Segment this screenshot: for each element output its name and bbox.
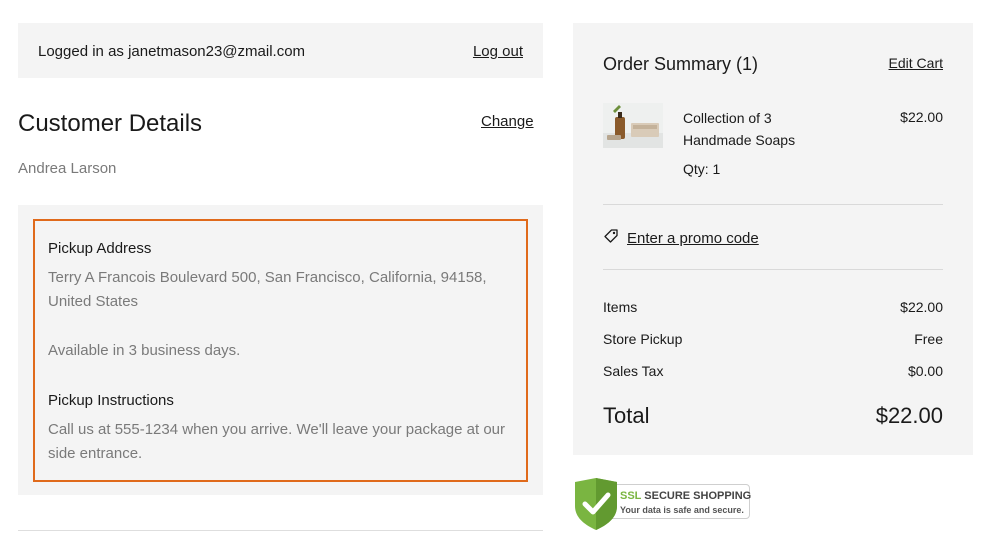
customer-details-title: Customer Details [18, 110, 203, 137]
soap-product-image[interactable] [603, 103, 663, 148]
order-summary-title: Order Summary (1) [603, 54, 759, 74]
promo-code-link[interactable]: Enter a promo code [603, 228, 759, 249]
pickup-details-box: Pickup Address Terry A Francois Boulevar… [33, 219, 528, 482]
items-value: $22.00 [900, 299, 943, 315]
order-summary-panel: Order Summary (1) Edit Cart Collection o… [573, 23, 973, 455]
tag-icon [603, 228, 619, 249]
sales-tax-value: $0.00 [907, 363, 943, 379]
store-pickup-value: Free [914, 331, 943, 347]
promo-code-label: Enter a promo code [627, 230, 759, 247]
store-pickup-label: Store Pickup [603, 331, 683, 347]
sales-tax-label: Sales Tax [603, 363, 664, 379]
product-price: $22.00 [900, 109, 943, 125]
pickup-availability-text: Available in 3 business days. [48, 342, 241, 359]
summary-divider [603, 269, 943, 270]
pickup-instructions-heading: Pickup Instructions [48, 392, 174, 409]
section-divider [18, 530, 543, 531]
total-value: $22.00 [875, 403, 943, 428]
pickup-address-heading: Pickup Address [48, 240, 152, 257]
edit-cart-link[interactable]: Edit Cart [889, 55, 943, 71]
logout-link[interactable]: Log out [473, 43, 523, 60]
ssl-badge-tagline: Your data is safe and secure. [620, 505, 744, 515]
pickup-panel: Pickup Address Terry A Francois Boulevar… [18, 205, 543, 495]
product-quantity: Qty: 1 [683, 161, 721, 177]
pickup-address-text: Terry A Francois Boulevard 500, San Fran… [48, 269, 487, 310]
logged-in-text: Logged in as janetmason23@zmail.com [38, 43, 306, 60]
total-label: Total [603, 403, 650, 428]
shield-check-icon [573, 478, 619, 535]
pickup-instructions-text: Call us at 555-1234 when you arrive. We'… [48, 421, 506, 462]
ssl-secure-badge: SSL SECURE SHOPPING Your data is safe an… [573, 478, 753, 530]
customer-name: Andrea Larson [18, 160, 117, 177]
product-name[interactable]: Collection of 3 Handmade Soaps [683, 107, 823, 151]
login-bar: Logged in as janetmason23@zmail.com Log … [18, 23, 543, 78]
change-link[interactable]: Change [481, 113, 534, 130]
items-label: Items [603, 299, 638, 315]
summary-divider [603, 204, 943, 205]
ssl-badge-title: SSL SECURE SHOPPING [620, 490, 752, 502]
